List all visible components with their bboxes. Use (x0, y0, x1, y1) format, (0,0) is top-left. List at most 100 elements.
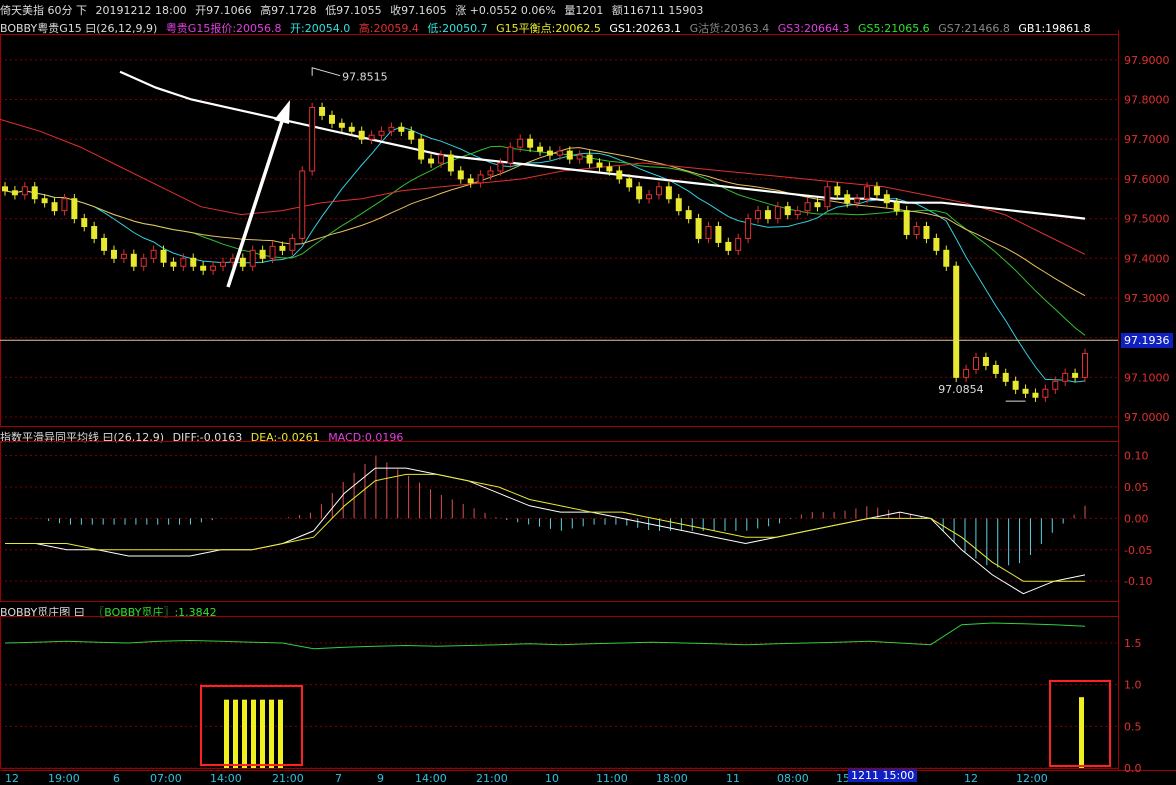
candle-body (963, 368, 970, 378)
dea-line (5, 473, 1085, 582)
candle-body (507, 146, 514, 164)
candle-body (467, 178, 474, 184)
bobby-tick-label: 1.5 (1124, 637, 1142, 650)
time-tick-label: 7 (335, 772, 342, 785)
ma-orange-line (4, 147, 1086, 297)
candle-body (953, 265, 960, 378)
candle-body (616, 170, 623, 180)
price-tick-label: 97.5000 (1124, 213, 1170, 226)
candle-body (1032, 392, 1039, 398)
time-tick-label: 21:00 (476, 772, 508, 785)
candle-body (249, 249, 256, 267)
time-tick-label: 18:00 (656, 772, 688, 785)
price-tick-label: 97.3000 (1124, 292, 1170, 305)
candle-body (150, 249, 157, 259)
candle-body (51, 202, 58, 212)
candle-body (566, 150, 573, 160)
candle-body (140, 257, 147, 267)
candle-body (120, 253, 127, 259)
time-tick-label: 08:00 (777, 772, 809, 785)
chart-canvas[interactable]: 97.9000 97.8000 97.7000 97.6000 97.5000 97.40… (0, 0, 1176, 785)
candle-body (447, 154, 454, 172)
macd-tick-label: 0.05 (1124, 481, 1149, 494)
candle-body (328, 114, 335, 124)
signal-bar (224, 699, 229, 768)
candle-body (388, 126, 395, 132)
gs1-white-line (119, 70, 1086, 220)
macd-tick-label: 0.00 (1124, 512, 1149, 525)
candle-body (1072, 372, 1079, 378)
candle-body (794, 210, 801, 216)
candle-body (725, 241, 732, 251)
candle-body (1042, 388, 1049, 398)
time-tick-label: 19:00 (48, 772, 80, 785)
candle-body (368, 134, 375, 140)
candle-body (705, 226, 712, 239)
macd-tick-label: 0.10 (1124, 450, 1149, 463)
signal-bar (242, 699, 247, 768)
candle-body (675, 198, 682, 212)
candle-body (319, 106, 326, 116)
candle-body (477, 174, 484, 184)
candle-body (665, 186, 672, 200)
candle-body (903, 210, 910, 235)
candle-body (834, 186, 841, 196)
candle-body (626, 178, 633, 188)
time-tick-label: 12:00 (1016, 772, 1048, 785)
candle-body (259, 249, 266, 259)
candle-body (636, 186, 643, 200)
candle-body (527, 138, 534, 148)
candle-body (11, 190, 18, 196)
candle-body (804, 202, 811, 212)
time-tick-label: 6 (113, 772, 120, 785)
candle-body (1012, 380, 1019, 390)
candle-body (586, 154, 593, 164)
candle-body (2, 186, 8, 192)
candle-body (31, 186, 38, 200)
candle-body (1082, 353, 1088, 378)
candle-body (309, 106, 316, 172)
candle-body (933, 237, 940, 251)
candle-body (348, 126, 355, 132)
low-price-label: 97.0854 (938, 383, 984, 396)
signal-bar (251, 699, 256, 768)
candle-body (517, 138, 524, 148)
candle-body (101, 237, 108, 251)
high-marker (311, 67, 341, 77)
crosshair-time-badge: 1211 15:00 (848, 769, 918, 782)
signal-bar (1079, 697, 1084, 768)
current-price-badge: 97.1936 (1121, 333, 1173, 348)
candle-body (71, 198, 78, 220)
time-tick-label: 11 (726, 772, 740, 785)
candle-body (943, 249, 950, 267)
price-tick-label: 97.6000 (1124, 173, 1170, 186)
candle-body (576, 154, 583, 160)
macd-tick-label: -0.10 (1124, 575, 1152, 588)
candle-body (646, 194, 653, 200)
bobby-tick-label: 0.5 (1124, 720, 1142, 733)
candle-body (655, 186, 662, 196)
ma-cyan-line (4, 126, 1086, 383)
candle-body (992, 364, 999, 374)
candle-body (814, 202, 821, 208)
signal-bar (278, 699, 283, 768)
candle-body (219, 261, 226, 267)
candle-body (537, 146, 544, 152)
candle-body (130, 253, 137, 267)
candle-body (299, 170, 306, 239)
candle-body (110, 249, 117, 259)
candle-body (289, 237, 296, 251)
candle-body (190, 257, 197, 267)
ma-red-line (0, 118, 1086, 255)
candle-body (982, 357, 989, 366)
candle-body (774, 206, 781, 220)
candle-body (715, 226, 722, 243)
price-tick-label: 97.7000 (1124, 133, 1170, 146)
time-tick-label: 11:00 (596, 772, 628, 785)
candle-body (864, 186, 871, 200)
signal-bar (233, 699, 238, 768)
trend-arrow-head (274, 100, 290, 124)
candle-body (596, 162, 603, 168)
candle-body (408, 130, 415, 140)
price-tick-label: 97.9000 (1124, 54, 1170, 67)
